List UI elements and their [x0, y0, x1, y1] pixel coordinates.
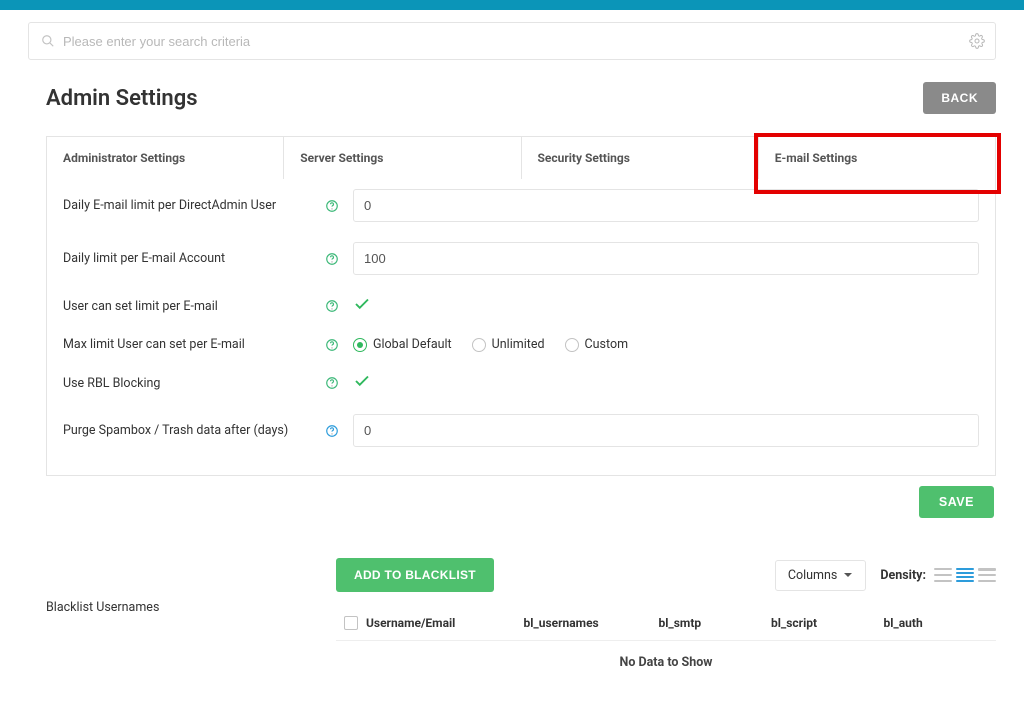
density-comfortable-icon[interactable]: [934, 568, 952, 582]
search-input[interactable]: [63, 34, 983, 49]
blacklist-right-column: ADD TO BLACKLIST Columns Density:: [336, 558, 996, 674]
blacklist-table-header: Username/Email bl_usernames bl_smtp bl_s…: [336, 608, 996, 641]
back-button[interactable]: BACK: [923, 82, 996, 114]
purge-input[interactable]: [353, 414, 979, 447]
form-label: Max limit User can set per E-mail: [63, 337, 353, 352]
row-use-rbl: Use RBL Blocking: [47, 362, 995, 404]
blacklist-section-label: Blacklist Usernames: [46, 600, 336, 615]
settings-gear-button[interactable]: [969, 33, 985, 49]
tab-server-settings[interactable]: Server Settings: [284, 137, 521, 179]
help-icon[interactable]: [325, 199, 339, 213]
blacklist-section: Blacklist Usernames ADD TO BLACKLIST Col…: [46, 558, 996, 674]
label-text: User can set limit per E-mail: [63, 299, 325, 314]
select-all-checkbox[interactable]: [344, 616, 358, 630]
search-icon: [41, 34, 55, 48]
max-limit-radio-group: Global Default Unlimited Custom: [353, 337, 979, 352]
page-title: Admin Settings: [46, 86, 198, 111]
label-text: Daily limit per E-mail Account: [63, 251, 325, 266]
tab-label: Security Settings: [538, 151, 630, 165]
gear-icon: [969, 33, 985, 49]
label-text: Purge Spambox / Trash data after (days): [63, 423, 325, 438]
row-daily-limit-user: Daily E-mail limit per DirectAdmin User: [47, 179, 995, 232]
blacklist-right-controls: Columns Density:: [775, 560, 996, 591]
label-text: Daily E-mail limit per DirectAdmin User: [63, 198, 325, 213]
tabs: Administrator Settings Server Settings S…: [46, 136, 996, 179]
user-can-set-toggle[interactable]: [353, 302, 371, 317]
columns-label: Columns: [788, 568, 838, 583]
th-username[interactable]: Username/Email: [366, 616, 524, 630]
row-user-can-set: User can set limit per E-mail: [47, 285, 995, 327]
form-label: User can set limit per E-mail: [63, 299, 353, 314]
form-control: [353, 295, 979, 317]
header-row: Admin Settings BACK: [46, 82, 996, 114]
tab-administrator-settings[interactable]: Administrator Settings: [47, 137, 284, 179]
daily-limit-account-input[interactable]: [353, 242, 979, 275]
help-icon[interactable]: [325, 338, 339, 352]
form-label: Use RBL Blocking: [63, 376, 353, 391]
blacklist-empty-message: No Data to Show: [336, 641, 996, 674]
row-purge: Purge Spambox / Trash data after (days): [47, 404, 995, 457]
tab-security-settings[interactable]: Security Settings: [522, 137, 759, 179]
density-label: Density:: [880, 568, 926, 583]
form-control: [353, 242, 979, 275]
columns-dropdown[interactable]: Columns: [775, 560, 867, 591]
label-text: Use RBL Blocking: [63, 376, 325, 391]
blacklist-left-column: Blacklist Usernames: [46, 558, 336, 674]
form-control: Global Default Unlimited Custom: [353, 337, 979, 352]
th-bl-smtp[interactable]: bl_smtp: [659, 616, 772, 630]
density-compact-icon[interactable]: [978, 568, 996, 582]
radio-global-default[interactable]: Global Default: [353, 337, 452, 352]
radio-indicator: [565, 338, 579, 352]
radio-indicator: [353, 338, 367, 352]
blacklist-toolbar: ADD TO BLACKLIST Columns Density:: [336, 558, 996, 592]
select-all-column: [336, 616, 366, 630]
form-control: [353, 189, 979, 222]
tab-label: Server Settings: [300, 151, 383, 165]
density-cozy-icon[interactable]: [956, 568, 974, 582]
daily-limit-user-input[interactable]: [353, 189, 979, 222]
density-selector: Density:: [880, 568, 996, 583]
help-icon[interactable]: [325, 252, 339, 266]
tab-email-settings[interactable]: E-mail Settings: [759, 137, 995, 179]
radio-label: Unlimited: [492, 337, 545, 352]
row-daily-limit-account: Daily limit per E-mail Account: [47, 232, 995, 285]
radio-unlimited[interactable]: Unlimited: [472, 337, 545, 352]
th-bl-auth[interactable]: bl_auth: [884, 616, 997, 630]
search-bar-container: [0, 10, 1024, 60]
save-button[interactable]: SAVE: [919, 486, 994, 518]
radio-indicator: [472, 338, 486, 352]
label-text: Max limit User can set per E-mail: [63, 337, 325, 352]
form-label: Daily limit per E-mail Account: [63, 251, 353, 266]
radio-label: Global Default: [373, 337, 452, 352]
radio-label: Custom: [585, 337, 629, 352]
form-control: [353, 414, 979, 447]
chevron-down-icon: [843, 570, 853, 580]
form-label: Daily E-mail limit per DirectAdmin User: [63, 198, 353, 213]
help-icon[interactable]: [325, 424, 339, 438]
tab-label: E-mail Settings: [775, 151, 858, 165]
tab-label: Administrator Settings: [63, 151, 185, 165]
main-container: Admin Settings BACK Administrator Settin…: [0, 60, 1024, 704]
help-icon[interactable]: [325, 299, 339, 313]
help-icon[interactable]: [325, 376, 339, 390]
th-bl-script[interactable]: bl_script: [771, 616, 884, 630]
save-row: SAVE: [46, 486, 996, 518]
top-accent-bar: [0, 0, 1024, 10]
use-rbl-toggle[interactable]: [353, 379, 371, 394]
form-label: Purge Spambox / Trash data after (days): [63, 423, 353, 438]
radio-custom[interactable]: Custom: [565, 337, 629, 352]
form-control: [353, 372, 979, 394]
density-icons: [934, 568, 996, 582]
th-bl-usernames[interactable]: bl_usernames: [524, 616, 659, 630]
row-max-limit: Max limit User can set per E-mail Global…: [47, 327, 995, 362]
settings-panel: Daily E-mail limit per DirectAdmin User …: [46, 179, 996, 476]
add-to-blacklist-button[interactable]: ADD TO BLACKLIST: [336, 558, 494, 592]
search-box: [28, 22, 996, 60]
